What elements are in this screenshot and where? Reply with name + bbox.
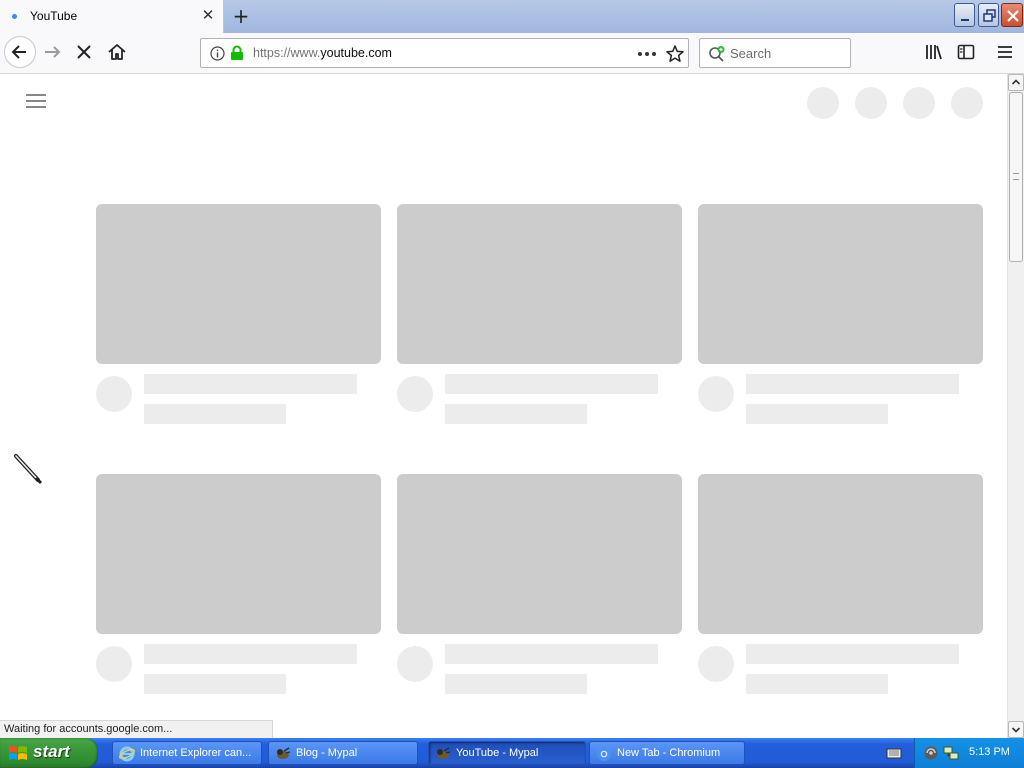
window-minimize-button[interactable]: [954, 3, 975, 27]
clock[interactable]: 5:13 PM: [969, 746, 1010, 758]
tab-title: YouTube: [30, 9, 78, 23]
title-placeholder: [746, 374, 959, 394]
meta-placeholder: [746, 404, 888, 424]
taskbar-item-label: YouTube - Mypal: [456, 747, 539, 759]
scroll-up-button[interactable]: [1008, 74, 1024, 91]
page-actions-icon[interactable]: [637, 51, 657, 57]
start-label: start: [33, 742, 70, 761]
back-arrow-icon: [11, 45, 26, 59]
search-bar[interactable]: [699, 38, 851, 68]
keyboard-language-icon[interactable]: [886, 745, 902, 761]
title-placeholder: [445, 374, 658, 394]
home-button[interactable]: [105, 40, 129, 64]
page-content: [0, 74, 1007, 738]
window-close-button[interactable]: [1001, 3, 1023, 27]
sidebar-icon: [957, 44, 975, 60]
search-input[interactable]: [730, 44, 845, 62]
vertical-scrollbar[interactable]: [1007, 74, 1024, 738]
taskbar-item-blog-mypal[interactable]: Blog - Mypal: [268, 741, 418, 765]
thumbnail-placeholder[interactable]: [96, 474, 381, 634]
stop-x-icon: [77, 45, 91, 59]
tab-youtube[interactable]: YouTube ✕: [0, 0, 224, 33]
scroll-thumb[interactable]: [1009, 92, 1023, 262]
hamburger-menu-icon: [998, 46, 1012, 58]
meta-placeholder: [746, 674, 888, 694]
mypal-icon: [437, 747, 451, 759]
taskbar-item-youtube-mypal[interactable]: YouTube - Mypal: [428, 741, 586, 765]
url-text[interactable]: https://www.youtube.com: [253, 46, 392, 60]
chromium-icon: [597, 747, 611, 761]
avatar-placeholder: [698, 646, 734, 682]
taskbar-item-label: Internet Explorer can...: [140, 747, 252, 759]
secure-lock-icon[interactable]: [230, 45, 244, 61]
home-icon: [108, 44, 126, 60]
meta-placeholder: [144, 674, 286, 694]
avatar-placeholder: [96, 646, 132, 682]
address-bar[interactable]: https://www.youtube.com: [200, 38, 689, 68]
library-button[interactable]: [924, 42, 944, 62]
window-restore-button[interactable]: [978, 3, 999, 27]
scroll-up-arrow-icon: [1011, 79, 1021, 85]
url-scheme: https://www.: [253, 46, 321, 60]
stop-loading-button[interactable]: [72, 40, 96, 64]
avatar-placeholder: [397, 376, 433, 412]
network-connections-icon[interactable]: [943, 745, 959, 761]
scroll-grip: [1013, 173, 1019, 180]
forward-button[interactable]: [41, 40, 65, 64]
tab-strip: YouTube ✕ +: [0, 0, 1024, 33]
thumbnail-placeholder[interactable]: [397, 474, 682, 634]
meta-placeholder: [445, 674, 587, 694]
tab-close-icon[interactable]: ✕: [199, 6, 217, 24]
hamburger-menu-button[interactable]: [995, 42, 1015, 62]
guide-menu-icon[interactable]: [26, 93, 46, 109]
avatar-placeholder: [397, 646, 433, 682]
back-button[interactable]: [4, 36, 36, 68]
search-icon[interactable]: [708, 45, 726, 63]
loading-dot-icon: [12, 14, 17, 19]
avatar-placeholder: [698, 376, 734, 412]
url-host: youtube.com: [320, 46, 392, 60]
thumbnail-placeholder[interactable]: [96, 204, 381, 364]
status-bar: Waiting for accounts.google.com...: [0, 720, 273, 738]
meta-placeholder: [144, 404, 286, 424]
title-placeholder: [746, 644, 959, 664]
forward-arrow-icon: [45, 46, 61, 58]
scroll-down-button[interactable]: [1008, 721, 1024, 738]
taskbar-item-label: Blog - Mypal: [296, 747, 358, 759]
site-info-icon[interactable]: [210, 46, 225, 61]
pen-cursor-icon: [14, 454, 43, 485]
thumbnail-placeholder[interactable]: [698, 474, 983, 634]
header-placeholder-circle: [855, 87, 887, 119]
ie-icon: [119, 746, 135, 762]
header-placeholder-circle: [951, 87, 983, 119]
windows-logo-icon: [9, 746, 27, 760]
system-tray: 5:13 PM: [914, 738, 1024, 768]
tray-status-icon[interactable]: [923, 745, 939, 761]
thumbnail-placeholder[interactable]: [397, 204, 682, 364]
thumbnail-placeholder[interactable]: [698, 204, 983, 364]
scroll-down-arrow-icon: [1011, 727, 1021, 733]
header-placeholder-circle: [807, 87, 839, 119]
navigation-toolbar: https://www.youtube.com: [0, 33, 1024, 74]
taskbar-item-internet-explorer[interactable]: Internet Explorer can...: [112, 741, 262, 765]
avatar-placeholder: [96, 376, 132, 412]
mypal-icon: [277, 747, 291, 759]
title-placeholder: [144, 644, 357, 664]
library-icon: [926, 45, 942, 60]
windows-taskbar: start Internet Explorer can... Blog - My…: [0, 738, 1024, 768]
taskbar-item-chromium[interactable]: New Tab - Chromium: [589, 741, 745, 765]
new-tab-button[interactable]: +: [229, 5, 253, 27]
title-placeholder: [144, 374, 357, 394]
title-placeholder: [445, 644, 658, 664]
header-placeholder-circle: [903, 87, 935, 119]
meta-placeholder: [445, 404, 587, 424]
start-button[interactable]: start: [0, 738, 98, 768]
taskbar-item-label: New Tab - Chromium: [617, 747, 721, 759]
bookmark-star-icon[interactable]: [665, 44, 685, 64]
sidebar-toggle-button[interactable]: [956, 42, 976, 62]
